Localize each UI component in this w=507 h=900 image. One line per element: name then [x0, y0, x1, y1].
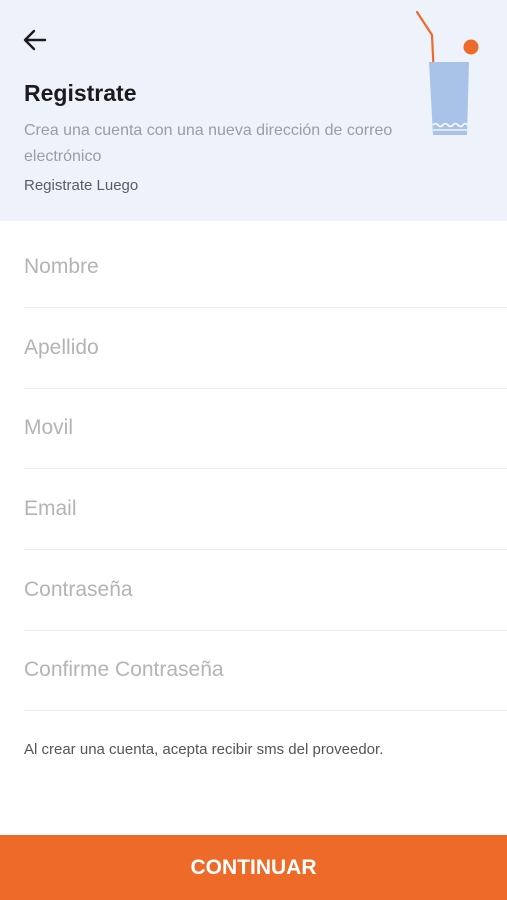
confirm-password-field[interactable]: [24, 630, 507, 711]
mobile-field[interactable]: [24, 388, 507, 469]
continue-button[interactable]: CONTINUAR: [0, 835, 507, 900]
back-button[interactable]: [20, 25, 50, 55]
last-name-field[interactable]: [24, 308, 507, 389]
password-field[interactable]: [24, 550, 507, 631]
password-input[interactable]: [24, 550, 507, 630]
register-later-link[interactable]: Registrate Luego: [24, 177, 138, 194]
email-field[interactable]: [24, 469, 507, 550]
mobile-input[interactable]: [24, 388, 507, 468]
header-panel: Registrate Crea una cuenta con una nueva…: [0, 0, 507, 221]
register-screen: Registrate Crea una cuenta con una nueva…: [0, 0, 507, 900]
last-name-input[interactable]: [24, 308, 507, 388]
first-name-input[interactable]: [24, 227, 507, 307]
page-subtitle: Crea una cuenta con una nueva dirección …: [24, 122, 393, 165]
drink-glass-icon: [415, 10, 479, 135]
page-title: Registrate: [24, 80, 137, 106]
email-input[interactable]: [24, 469, 507, 549]
arrow-left-icon: [23, 29, 47, 51]
sms-disclaimer: Al crear una cuenta, acepta recibir sms …: [24, 741, 384, 758]
first-name-field[interactable]: [24, 227, 507, 308]
confirm-password-input[interactable]: [24, 630, 507, 710]
